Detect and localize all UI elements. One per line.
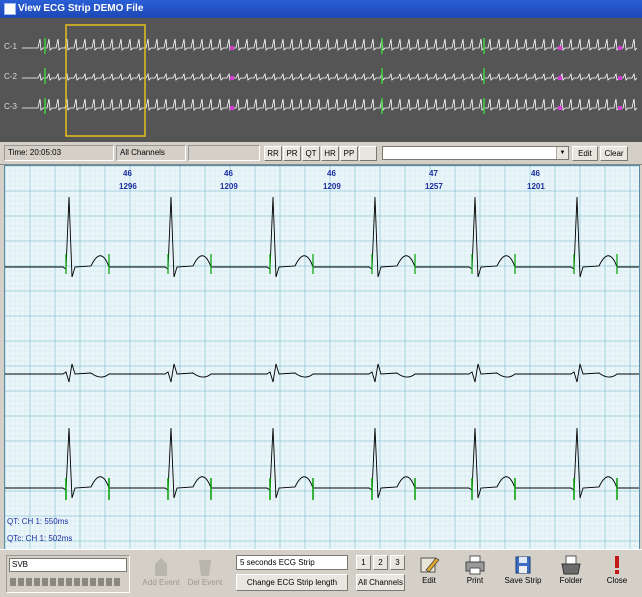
close-label: Close (606, 576, 628, 585)
strip-length-field[interactable]: 5 seconds ECG Strip (236, 555, 348, 570)
add-event-label: Add Event (142, 578, 180, 587)
save-strip-button[interactable]: Save Strip (504, 554, 542, 585)
change-strip-length-button[interactable]: Change ECG Strip length (236, 574, 348, 591)
meter-cell (106, 578, 112, 586)
save-strip-label: Save Strip (504, 576, 542, 585)
beat-hr-label: 46 (224, 169, 233, 178)
title-bar: View ECG Strip DEMO File (0, 0, 642, 18)
delete-event-button[interactable]: Del Event (186, 556, 224, 587)
meter-cell (74, 578, 80, 586)
meter-cell (42, 578, 48, 586)
qtc-readout: QTc: CH 1: 502ms (7, 534, 72, 543)
meter-cell (98, 578, 104, 586)
time-field: Time: 20:05:03 (4, 145, 114, 161)
folder-icon (561, 555, 581, 575)
hr-button[interactable]: HR (321, 146, 339, 161)
overview-marker (558, 106, 562, 110)
meter-cell (50, 578, 56, 586)
overview-marker (230, 106, 234, 110)
ecg-strip-canvas: 46 1296 46 1209 46 1209 47 1257 46 1201 QT: CH 1:… (5, 166, 639, 550)
beat-hr-label: 46 (327, 169, 336, 178)
pp-button[interactable]: PP (340, 146, 358, 161)
overview-selection-box[interactable] (65, 24, 146, 137)
add-event-icon (155, 558, 167, 576)
delete-event-label: Del Event (187, 578, 223, 587)
overview-trace-group (22, 38, 638, 114)
chevron-down-icon[interactable]: ▼ (556, 147, 568, 159)
bottom-bar: SVB Add Event Del Event 5 seconds ECG St… (0, 549, 642, 597)
overview-marker (230, 76, 234, 80)
beat-hr-label: 46 (123, 169, 132, 178)
meter-cell (114, 578, 120, 586)
overview-trace (22, 98, 638, 111)
ecg-strip[interactable]: 46 1296 46 1209 46 1209 47 1257 46 1201 QT: CH 1:… (4, 165, 640, 551)
qt-readout: QT: CH 1: 550ms (7, 517, 68, 526)
beat-hr-label: 47 (429, 169, 438, 178)
pr-button[interactable]: PR (283, 146, 301, 161)
meter-cell (26, 578, 32, 586)
beat-interval-label: 1209 (323, 182, 341, 191)
exclamation-icon (615, 556, 619, 574)
beat-interval-label: 1296 (119, 182, 137, 191)
overview-channel-label: C-3 (4, 102, 17, 111)
channel-field: All Channels (116, 145, 186, 161)
window-icon (4, 3, 16, 15)
add-event-button[interactable]: Add Event (142, 556, 180, 587)
clear-button[interactable]: Clear (600, 146, 628, 161)
edit-strip-label: Edit (422, 576, 436, 585)
edit-strip-button[interactable]: Edit (414, 554, 444, 585)
overview-traces: C-1 C-2 C-3 (4, 24, 638, 137)
qt-button[interactable]: QT (302, 146, 320, 161)
meter-cell (10, 578, 16, 586)
window-title: View ECG Strip DEMO File (18, 3, 144, 14)
save-strip-icon (515, 556, 531, 574)
overview-marker (618, 76, 622, 80)
annotation-panel: SVB (6, 555, 130, 593)
overview-trace (22, 38, 638, 51)
printer-icon (465, 555, 485, 575)
beat-hr-label: 46 (531, 169, 540, 178)
meter-cell (34, 578, 40, 586)
overview-channel-label: C-2 (4, 72, 17, 81)
meter-cell (66, 578, 72, 586)
meter-cell (90, 578, 96, 586)
blank-button[interactable] (359, 146, 377, 161)
channel-2-button[interactable]: 2 (373, 555, 388, 570)
overview-trace (22, 72, 638, 81)
overview-marker (558, 46, 562, 50)
folder-button[interactable]: Folder (556, 554, 586, 585)
delete-event-icon (199, 560, 211, 576)
pencil-icon (420, 557, 440, 573)
blank-field (188, 145, 260, 161)
overview-marker (558, 76, 562, 80)
overview-channel-label: C-1 (4, 42, 17, 51)
rr-button[interactable]: RR (264, 146, 282, 161)
edit-button[interactable]: Edit (572, 146, 598, 161)
measurement-dropdown[interactable]: ▼ (382, 146, 569, 160)
meter-cell (82, 578, 88, 586)
overview-panel[interactable]: C-1 C-2 C-3 (0, 18, 642, 143)
print-button[interactable]: Print (460, 554, 490, 585)
all-channels-button[interactable]: All Channels (356, 574, 405, 591)
beat-interval-label: 1201 (527, 182, 545, 191)
print-label: Print (466, 576, 484, 585)
meter-cell (18, 578, 24, 586)
beat-interval-label: 1257 (425, 182, 443, 191)
measurement-toolbar: Time: 20:05:03 All Channels RR PR QT HR … (0, 142, 642, 165)
ecg-grid (5, 166, 639, 550)
beat-interval-label: 1209 (220, 182, 238, 191)
overview-marker (230, 46, 234, 50)
meter-cell (58, 578, 64, 586)
close-button[interactable]: Close (602, 554, 632, 585)
dropdown-value (383, 148, 386, 157)
folder-label: Folder (559, 576, 583, 585)
channel-3-button[interactable]: 3 (390, 555, 405, 570)
annotation-input[interactable]: SVB (9, 558, 127, 572)
overview-marker (618, 46, 622, 50)
overview-marker (618, 106, 622, 110)
beat-labels: 46 1296 46 1209 46 1209 47 1257 46 1201 (119, 169, 545, 191)
channel-1-button[interactable]: 1 (356, 555, 371, 570)
annotation-level-meter (10, 578, 120, 586)
